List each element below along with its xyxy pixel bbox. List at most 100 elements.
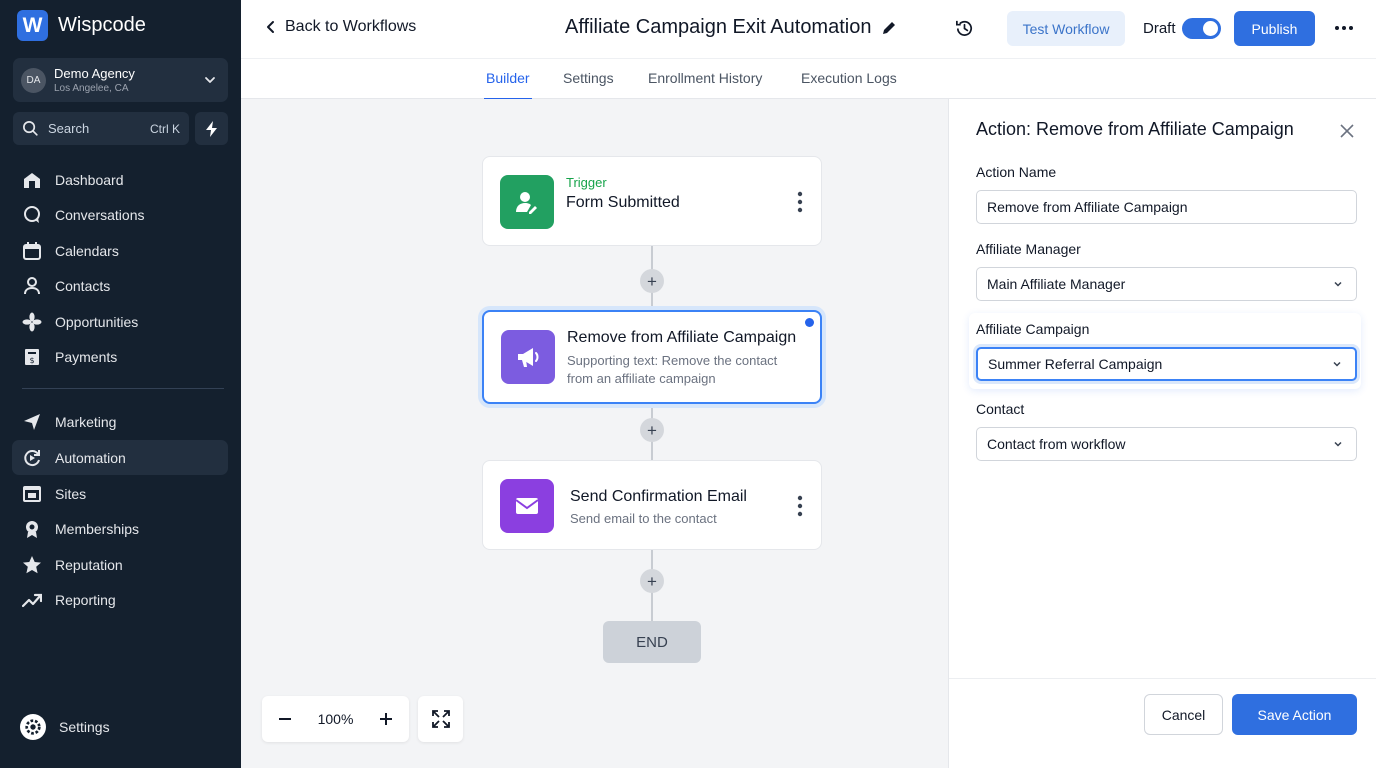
lightning-icon [205,120,217,137]
add-step-button[interactable]: + [640,418,664,442]
add-step-button[interactable]: + [640,569,664,593]
sidebar-item-conversations[interactable]: Conversations [12,197,228,232]
history-icon[interactable] [954,18,975,39]
email-title: Send Confirmation Email [570,488,747,505]
search-shortcut: Ctrl K [150,121,180,136]
panel-title: Action: Remove from Affiliate Campaign [976,119,1294,139]
email-node-icon [500,479,554,533]
trigger-node-icon [500,175,554,229]
tab-builder[interactable]: Builder [484,70,532,100]
search-label: Search [48,121,90,136]
chevron-down-icon [1334,441,1342,447]
kebab-menu-icon[interactable] [797,191,803,213]
trigger-title: Form Submitted [566,194,680,211]
trigger-kicker: Trigger [566,175,607,190]
sidebar-item-label: Automation [55,449,126,466]
email-node[interactable]: Send Confirmation Email Send email to th… [482,460,822,550]
test-workflow-button[interactable]: Test Workflow [1007,11,1125,46]
tab-execution-logs[interactable]: Execution Logs [801,70,897,100]
sidebar-item-memberships[interactable]: Memberships [12,511,228,546]
quick-action-button[interactable] [195,112,228,145]
affiliate-manager-value: Main Affiliate Manager [987,276,1126,292]
affiliate-campaign-select[interactable]: Summer Referral Campaign [976,347,1357,381]
calendar-icon [23,241,41,260]
sidebar-item-sites[interactable]: Sites [12,476,228,511]
brand[interactable]: W Wispcode [17,10,146,41]
sidebar-item-automation[interactable]: Automation [12,440,228,475]
gear-icon [20,714,46,740]
tab-settings[interactable]: Settings [563,70,614,100]
sidebar-item-label: Marketing [55,413,117,430]
sidebar-item-label: Calendars [55,242,119,259]
chat-icon [24,205,40,223]
more-options-icon[interactable] [1334,20,1354,36]
sidebar-item-marketing[interactable]: Marketing [12,404,228,439]
sidebar-item-settings[interactable]: Settings [20,714,110,740]
tab-bar: Builder Settings Enrollment History Exec… [241,58,1376,100]
sidebar-item-payments[interactable]: $ Payments [12,339,228,374]
back-to-workflows-link[interactable]: Back to Workflows [263,18,416,36]
fit-to-screen-button[interactable] [418,696,463,742]
sidebar-item-label: Reputation [55,556,123,573]
sidebar-item-dashboard[interactable]: Dashboard [12,162,228,197]
trigger-node[interactable]: Trigger Form Submitted [482,156,822,246]
workflow-canvas[interactable]: Trigger Form Submitted + Remove from Aff… [241,99,948,768]
affiliate-campaign-label: Affiliate Campaign [976,321,1090,337]
sidebar-item-label: Settings [59,719,110,735]
sidebar-item-reporting[interactable]: Reporting [12,582,228,617]
browser-icon [23,485,41,502]
action-node[interactable]: Remove from Affiliate Campaign Supportin… [482,310,822,404]
action-settings-panel: Action: Remove from Affiliate Campaign A… [948,99,1376,768]
header: Back to Workflows Affiliate Campaign Exi… [241,0,1376,58]
panel-footer: Cancel Save Action [949,678,1376,768]
plus-icon[interactable] [379,712,393,726]
sidebar-item-label: Reporting [55,591,116,608]
zoom-level: 100% [317,711,354,727]
action-subtitle: Supporting text: Remove the contact from… [567,353,778,386]
avatar: DA [21,67,46,93]
workflow-title: Affiliate Campaign Exit Automation [565,16,897,39]
person-icon [24,276,40,294]
sidebar-item-contacts[interactable]: Contacts [12,268,228,303]
automation-icon [24,449,40,466]
sidebar-item-label: Sites [55,485,87,502]
sidebar-item-label: Payments [55,348,118,365]
sidebar-item-opportunities[interactable]: Opportunities [12,304,228,339]
receipt-icon: $ [25,348,39,365]
action-name-value: Remove from Affiliate Campaign [987,199,1188,215]
contact-value: Contact from workflow [987,436,1126,452]
action-name-input[interactable]: Remove from Affiliate Campaign [976,190,1357,224]
trend-icon [22,593,42,607]
draft-toggle[interactable] [1182,18,1221,39]
expand-icon [431,710,450,728]
pencil-icon[interactable] [881,20,897,36]
brand-logo: W [17,10,48,41]
sidebar-item-reputation[interactable]: Reputation [12,547,228,582]
dashboard-icon [24,172,40,188]
affiliate-campaign-value: Summer Referral Campaign [988,356,1163,372]
save-action-button[interactable]: Save Action [1232,694,1357,735]
agency-switcher[interactable]: DA Demo Agency Los Angelee, CA [13,58,228,102]
draft-label: Draft [1143,20,1176,37]
megaphone-icon [518,348,539,367]
close-icon[interactable] [1339,123,1355,139]
search-box[interactable]: Search Ctrl K [13,112,189,145]
publish-button[interactable]: Publish [1234,11,1315,46]
affiliate-manager-select[interactable]: Main Affiliate Manager [976,267,1357,301]
sidebar-item-calendars[interactable]: Calendars [12,233,228,268]
action-name-label: Action Name [976,164,1057,180]
sidebar-item-label: Conversations [55,206,145,223]
zoom-controls: 100% [262,696,409,742]
chevron-down-icon [1333,361,1341,367]
kebab-menu-icon[interactable] [797,495,803,517]
minus-icon[interactable] [278,712,292,726]
action-title: Remove from Affiliate Campaign [567,329,797,346]
add-step-button[interactable]: + [640,269,664,293]
email-subtitle: Send email to the contact [570,511,717,526]
search-icon [23,121,38,136]
sidebar-item-label: Opportunities [55,313,139,330]
contact-select[interactable]: Contact from workflow [976,427,1357,461]
tab-enrollment-history[interactable]: Enrollment History [648,70,762,100]
cancel-button[interactable]: Cancel [1144,694,1223,735]
envelope-icon [515,498,539,514]
